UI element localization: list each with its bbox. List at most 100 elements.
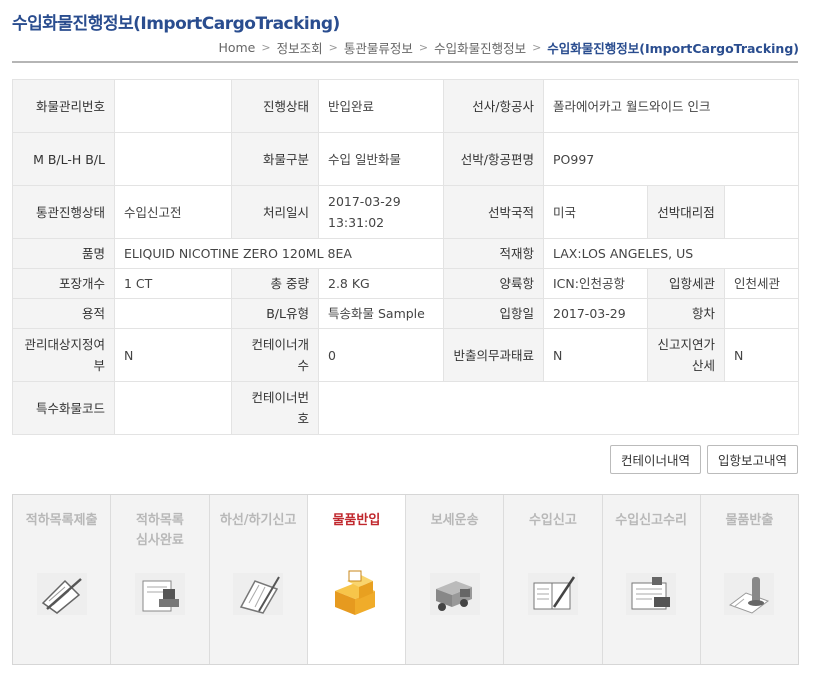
step-label: 물품반출	[725, 513, 774, 528]
breadcrumb-home[interactable]: Home	[218, 40, 255, 55]
cell-label: 관리대상지정여부	[12, 328, 115, 382]
breadcrumb-customs-logistics[interactable]: 통관물류정보	[344, 38, 413, 57]
cell-value: 0	[318, 328, 444, 382]
cell-label: 품명	[12, 238, 115, 269]
table-row: 특수화물코드 컨테이너번호	[12, 381, 800, 435]
cell-label: 특수화물코드	[12, 381, 115, 435]
step-declaration-accepted: 수입신고수리	[603, 495, 701, 664]
chevron-right-icon: >	[261, 41, 271, 54]
cell-value: ELIQUID NICOTINE ZERO 120ML 8EA	[114, 238, 444, 269]
cell-label: 적재항	[443, 238, 544, 269]
step-label: 수입신고	[528, 513, 577, 528]
chevron-right-icon: >	[418, 41, 429, 54]
cell-label: 입항세관	[647, 268, 725, 299]
cell-label: B/L유형	[231, 298, 319, 329]
cargo-info-table: 화물관리번호 진행상태 반입완료 선사/항공사 폴라에어카고 월드와이드 인크 …	[12, 79, 800, 435]
chevron-right-icon: >	[532, 41, 542, 54]
cell-value: 1 CT	[114, 268, 232, 299]
cell-value: 폴라에어카고 월드와이드 인크	[542, 79, 800, 133]
step-manifest-submit: 적하목록제출	[13, 495, 112, 664]
stamp-icon	[131, 567, 189, 619]
cell-value: PO997	[542, 132, 800, 186]
title-divider	[12, 61, 798, 63]
cell-label: 처리일시	[231, 185, 319, 239]
cell-label: 입항일	[443, 298, 544, 329]
step-label: 적하목록 심사완료	[135, 513, 184, 548]
table-row: 포장개수 1 CT 총 중량 2.8 KG 양륙항 ICN:인천공항 입항세관 …	[12, 268, 800, 299]
step-label: 하선/하기신고	[219, 513, 297, 528]
cell-value	[114, 381, 232, 435]
table-row: 용적 B/L유형 특송화물 Sample 입항일 2017-03-29 항차	[12, 298, 800, 329]
cell-value	[114, 132, 232, 186]
cell-value: ICN:인천공항	[543, 268, 648, 299]
breadcrumb-current: 수입화물진행정보(ImportCargoTracking)	[547, 41, 799, 56]
cell-label: 포장개수	[12, 268, 115, 299]
step-manifest-review: 적하목록 심사완료	[111, 495, 210, 664]
cell-value: 수입신고전	[114, 185, 232, 239]
cell-value: N	[723, 328, 800, 382]
notebook-pen-icon	[229, 567, 287, 619]
cell-value: 수입 일반화물	[318, 132, 444, 186]
cell-label: 신고지연가산세	[647, 328, 725, 382]
cell-label: 선박/항공편명	[443, 132, 544, 186]
breadcrumb-info-lookup[interactable]: 정보조회	[277, 38, 323, 57]
cell-value	[723, 185, 800, 239]
cell-label: 화물구분	[231, 132, 319, 186]
cell-value	[114, 298, 232, 329]
open-book-pen-icon	[524, 567, 582, 619]
cell-label: 선박대리점	[647, 185, 725, 239]
step-label: 물품반입	[332, 513, 381, 528]
cell-label: 항차	[647, 298, 725, 329]
container-list-button[interactable]: 컨테이너내역	[609, 445, 701, 474]
step-import-declaration: 수입신고	[504, 495, 603, 664]
cell-label: 선박국적	[443, 185, 544, 239]
breadcrumb: Home > 정보조회 > 통관물류정보 > 수입화물진행정보 > 수입화물진행…	[218, 38, 799, 57]
truck-icon	[426, 567, 484, 619]
table-row: 통관진행상태 수입신고전 처리일시 2017-03-29 13:31:02 선박…	[12, 185, 800, 239]
cell-label: 컨테이너개수	[231, 328, 319, 382]
step-goods-arrival: 물품반입	[307, 495, 406, 664]
table-row: 관리대상지정여부 N 컨테이너개수 0 반출의무과태료 N 신고지연가산세 N	[12, 328, 800, 382]
cell-value: 2017-03-29	[543, 298, 648, 329]
table-row: 화물관리번호 진행상태 반입완료 선사/항공사 폴라에어카고 월드와이드 인크	[12, 79, 800, 133]
action-buttons: 컨테이너내역 입항보고내역	[609, 445, 798, 474]
cell-label: 컨테이너번호	[231, 381, 319, 435]
breadcrumb-import-cargo[interactable]: 수입화물진행정보	[434, 38, 526, 57]
cell-label: 화물관리번호	[12, 79, 115, 133]
cell-value: N	[114, 328, 232, 382]
table-row: 품명 ELIQUID NICOTINE ZERO 120ML 8EA 적재항 L…	[12, 238, 800, 269]
chevron-right-icon: >	[328, 41, 338, 54]
arrival-report-button[interactable]: 입항보고내역	[706, 445, 798, 474]
step-bonded-transport: 보세운송	[406, 495, 505, 664]
cell-value: 반입완료	[318, 79, 444, 133]
clipboard-pen-icon	[33, 567, 91, 619]
cell-label: 통관진행상태	[12, 185, 115, 239]
cell-label: 양륙항	[443, 268, 544, 299]
cell-label: 반출의무과태료	[443, 328, 544, 382]
cell-value	[114, 79, 232, 133]
cell-value: 2.8 KG	[318, 268, 444, 299]
cell-value: 인천세관	[723, 268, 800, 299]
step-unloading-report: 하선/하기신고	[210, 495, 308, 664]
step-label: 적하목록제출	[25, 513, 98, 528]
cell-value: 2017-03-29 13:31:02	[318, 185, 444, 239]
boxes-icon	[327, 567, 385, 619]
step-goods-release: 물품반출	[701, 495, 798, 664]
cell-label: 용적	[12, 298, 115, 329]
page-title: 수입화물진행정보(ImportCargoTracking)	[12, 14, 340, 34]
cell-label: 총 중량	[231, 268, 319, 299]
step-label: 수입신고수리	[615, 513, 687, 528]
cell-label: 선사/항공사	[443, 79, 544, 133]
release-document-icon	[720, 567, 778, 619]
cell-value: LAX:LOS ANGELES, US	[542, 238, 800, 269]
step-label: 보세운송	[430, 513, 479, 528]
progress-steps: 적하목록제출 적하목록 심사완료 하선/하기신고 물품반입 보세운송 수입신고	[12, 494, 799, 665]
cell-value	[723, 298, 800, 329]
approved-document-icon	[622, 567, 680, 619]
cell-value: 미국	[543, 185, 648, 239]
cell-value: 특송화물 Sample	[318, 298, 444, 329]
cell-value	[317, 381, 800, 435]
cell-label: M B/L-H B/L	[12, 132, 115, 186]
cell-value: N	[543, 328, 648, 382]
cell-label: 진행상태	[231, 79, 319, 133]
